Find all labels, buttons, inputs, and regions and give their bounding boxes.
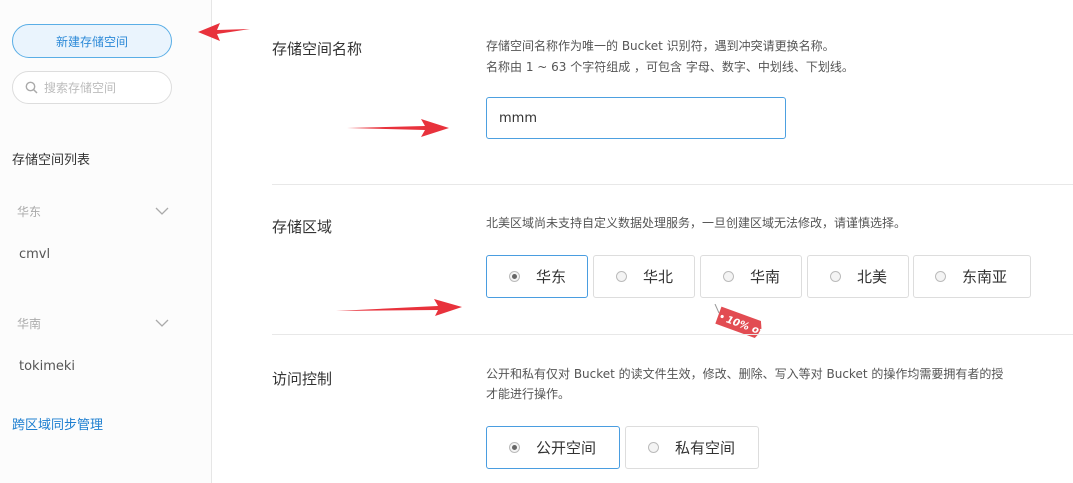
region-option-label: 华南	[750, 268, 781, 286]
region-option-dongnanya[interactable]: 东南亚	[913, 255, 1031, 298]
access-option-label: 公开空间	[536, 439, 597, 457]
access-option-private[interactable]: 私有空间	[625, 426, 759, 469]
access-option-label: 私有空间	[675, 439, 736, 457]
region-option-huadong[interactable]: 华东	[486, 255, 588, 298]
bucket-item-cmvl[interactable]: cmvl	[19, 247, 50, 262]
bucket-list-heading: 存储空间列表	[12, 153, 91, 168]
access-control-title: 访问控制	[272, 370, 333, 388]
region-option-label: 华东	[536, 268, 567, 286]
chevron-down-icon	[155, 207, 169, 215]
annotation-arrow-icon	[198, 23, 250, 41]
section-divider	[272, 184, 1073, 185]
annotation-arrow-icon	[347, 119, 449, 137]
new-bucket-button[interactable]: 新建存储空间	[12, 24, 172, 58]
access-control-desc-line2: 才能进行操作。	[486, 387, 571, 401]
cross-region-sync-link[interactable]: 跨区域同步管理	[12, 414, 103, 433]
access-option-public[interactable]: 公开空间	[486, 426, 620, 469]
radio-icon	[648, 442, 659, 453]
region-group-label: 华东	[17, 204, 42, 219]
region-option-beimei[interactable]: 北美	[807, 255, 909, 298]
bucket-name-desc-line2: 名称由 1 ~ 63 个字符组成 ，可包含 字母、数字、中划线、下划线。	[486, 60, 854, 74]
discount-tag-icon: 10% off	[714, 304, 767, 340]
bucket-name-title: 存储空间名称	[272, 40, 363, 58]
search-input[interactable]	[44, 80, 154, 95]
radio-icon	[723, 271, 734, 282]
region-group-huanan[interactable]: 华南	[17, 313, 169, 333]
storage-region-title: 存储区域	[272, 218, 333, 236]
bucket-name-desc-line1: 存储空间名称作为唯一的 Bucket 识别符，遇到冲突请更换名称。	[486, 39, 835, 53]
bucket-item-tokimeki[interactable]: tokimeki	[19, 359, 75, 374]
region-option-huanan[interactable]: 华南	[700, 255, 802, 298]
radio-icon	[935, 271, 946, 282]
section-divider	[272, 334, 1073, 335]
region-group-label: 华南	[17, 316, 42, 331]
chevron-down-icon	[155, 319, 169, 327]
radio-icon	[509, 442, 520, 453]
bucket-search-box[interactable]	[12, 71, 172, 104]
region-group-huadong[interactable]: 华东	[17, 201, 169, 221]
access-control-desc-line1: 公开和私有仅对 Bucket 的读文件生效，修改、删除、写入等对 Bucket …	[486, 367, 1004, 381]
radio-icon	[616, 271, 627, 282]
region-option-huabei[interactable]: 华北	[593, 255, 695, 298]
storage-region-desc: 北美区域尚未支持自定义数据处理服务，一旦创建区域无法修改，请谨慎选择。	[486, 216, 907, 230]
radio-icon	[830, 271, 841, 282]
region-option-label: 东南亚	[962, 268, 1008, 286]
region-option-label: 北美	[857, 268, 888, 286]
radio-icon	[509, 271, 520, 282]
annotation-arrow-icon	[336, 299, 462, 316]
sidebar: 新建存储空间 存储空间列表 华东 cmvl 华南 tokimeki 跨区域同步管…	[0, 0, 212, 483]
bucket-name-input[interactable]	[486, 97, 786, 139]
region-option-label: 华北	[643, 268, 674, 286]
search-icon	[25, 81, 38, 94]
